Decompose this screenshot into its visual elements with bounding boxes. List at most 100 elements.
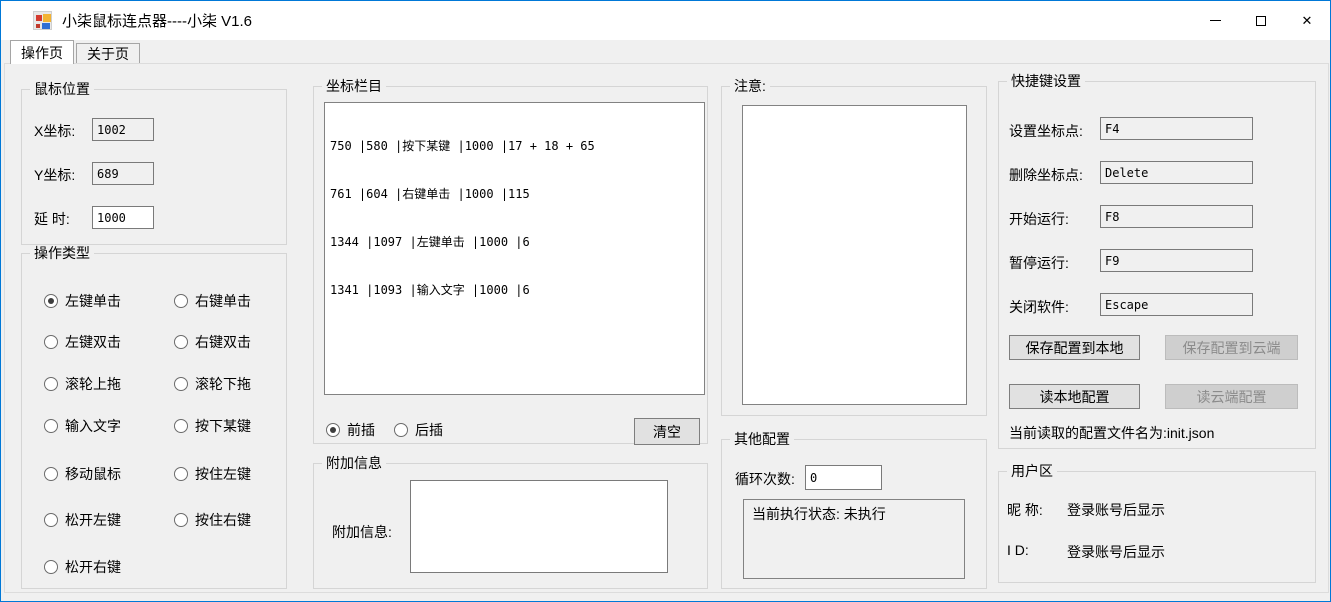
list-item[interactable]: 1341 |1093 |输入文字 |1000 |6 (330, 282, 699, 298)
radio-icon (174, 335, 188, 349)
nickname-value: 登录账号后显示 (1067, 500, 1165, 520)
radio-icon (44, 513, 58, 527)
group-notice: 注意: (721, 86, 987, 416)
radio-icon (44, 419, 58, 433)
radio-icon (44, 294, 58, 308)
radio-right-single-click[interactable]: 右键单击 (174, 293, 251, 309)
radio-label: 左键双击 (65, 332, 121, 352)
maximize-icon (1256, 16, 1266, 26)
tabstrip: 操作页 关于页 (1, 40, 1330, 64)
radio-label: 输入文字 (65, 416, 121, 436)
extra-info-textarea[interactable] (410, 480, 668, 573)
pause-run-hotkey-field[interactable] (1100, 249, 1253, 272)
radio-label: 左键单击 (65, 291, 121, 311)
set-point-hotkey-label: 设置坐标点: (1009, 121, 1083, 141)
radio-hold-left-button[interactable]: 按住左键 (174, 466, 251, 482)
group-extra-info: 附加信息 附加信息: (313, 463, 708, 589)
tab-about[interactable]: 关于页 (76, 43, 140, 64)
radio-label: 按住左键 (195, 464, 251, 484)
read-local-config-button[interactable]: 读本地配置 (1009, 384, 1140, 409)
radio-label: 按下某键 (195, 416, 251, 436)
group-user-area: 用户区 昵 称: 登录账号后显示 I D: 登录账号后显示 (998, 471, 1316, 583)
y-coordinate-label: Y坐标: (34, 165, 75, 185)
radio-icon (174, 467, 188, 481)
x-coordinate-field[interactable] (92, 118, 154, 141)
radio-label: 后插 (415, 420, 443, 440)
radio-label: 右键双击 (195, 332, 251, 352)
radio-right-double-click[interactable]: 右键双击 (174, 334, 251, 350)
list-item[interactable]: 750 |580 |按下某键 |1000 |17 + 18 + 65 (330, 138, 699, 154)
loop-count-field[interactable] (805, 465, 882, 490)
pause-run-hotkey-label: 暂停运行: (1009, 253, 1069, 273)
group-operation-type-title: 操作类型 (30, 245, 94, 262)
close-button[interactable]: ✕ (1284, 1, 1330, 40)
clear-button[interactable]: 清空 (634, 418, 700, 445)
radio-label: 松开左键 (65, 510, 121, 530)
minimize-icon (1210, 20, 1221, 21)
close-app-hotkey-field[interactable] (1100, 293, 1253, 316)
group-user-area-title: 用户区 (1007, 463, 1057, 480)
app-window: 小柒鼠标连点器----小柒 V1.6 ✕ 操作页 关于页 鼠标位置 X坐标: Y… (0, 0, 1331, 602)
config-file-text: 当前读取的配置文件名为:init.json (1009, 423, 1214, 443)
radio-press-key[interactable]: 按下某键 (174, 418, 251, 434)
group-operation-type: 操作类型 左键单击 右键单击 左键双击 右键双击 滚轮上拖 滚轮下拖 输入文字 … (21, 253, 287, 589)
app-icon (33, 11, 52, 30)
window-title: 小柒鼠标连点器----小柒 V1.6 (62, 10, 252, 31)
group-other-config-title: 其他配置 (730, 431, 794, 448)
start-run-hotkey-field[interactable] (1100, 205, 1253, 228)
titlebar: 小柒鼠标连点器----小柒 V1.6 ✕ (1, 1, 1330, 40)
notice-box[interactable] (742, 105, 967, 405)
radio-input-text[interactable]: 输入文字 (44, 418, 121, 434)
radio-icon (174, 513, 188, 527)
group-mouse-position: 鼠标位置 X坐标: Y坐标: 延 时: (21, 89, 287, 245)
minimize-button[interactable] (1192, 1, 1238, 40)
nickname-label: 昵 称: (1007, 500, 1043, 520)
execution-status-text: 当前执行状态: 未执行 (752, 506, 886, 522)
group-mouse-position-title: 鼠标位置 (30, 81, 94, 98)
radio-left-single-click[interactable]: 左键单击 (44, 293, 121, 309)
radio-label: 滚轮下拖 (195, 374, 251, 394)
radio-move-mouse[interactable]: 移动鼠标 (44, 466, 121, 482)
coordinate-listbox[interactable]: 750 |580 |按下某键 |1000 |17 + 18 + 65 761 |… (324, 102, 705, 395)
radio-release-right-button[interactable]: 松开右键 (44, 559, 121, 575)
radio-insert-back[interactable]: 后插 (394, 422, 443, 438)
radio-label: 前插 (347, 420, 375, 440)
radio-wheel-up[interactable]: 滚轮上拖 (44, 376, 121, 392)
set-point-hotkey-field[interactable] (1100, 117, 1253, 140)
radio-hold-right-button[interactable]: 按住右键 (174, 512, 251, 528)
radio-wheel-down[interactable]: 滚轮下拖 (174, 376, 251, 392)
maximize-button[interactable] (1238, 1, 1284, 40)
radio-icon (394, 423, 408, 437)
delete-point-hotkey-field[interactable] (1100, 161, 1253, 184)
radio-icon (44, 335, 58, 349)
save-cloud-config-button[interactable]: 保存配置到云端 (1165, 335, 1298, 360)
group-notice-title: 注意: (730, 78, 770, 95)
group-hotkeys-title: 快捷键设置 (1007, 73, 1085, 90)
execution-status-box: 当前执行状态: 未执行 (743, 499, 965, 579)
delete-point-hotkey-label: 删除坐标点: (1009, 165, 1083, 185)
radio-label: 松开右键 (65, 557, 121, 577)
tab-operation[interactable]: 操作页 (10, 40, 74, 64)
loop-count-label: 循环次数: (735, 469, 795, 489)
radio-label: 按住右键 (195, 510, 251, 530)
group-coordinate-list: 坐标栏目 750 |580 |按下某键 |1000 |17 + 18 + 65 … (313, 86, 708, 444)
group-coordinate-list-title: 坐标栏目 (322, 78, 386, 95)
radio-icon (174, 419, 188, 433)
group-other-config: 其他配置 循环次数: 当前执行状态: 未执行 (721, 439, 987, 589)
y-coordinate-field[interactable] (92, 162, 154, 185)
read-cloud-config-button[interactable]: 读云端配置 (1165, 384, 1298, 409)
close-app-hotkey-label: 关闭软件: (1009, 297, 1069, 317)
delay-field[interactable] (92, 206, 154, 229)
delay-label: 延 时: (34, 209, 70, 229)
list-item[interactable]: 761 |604 |右键单击 |1000 |115 (330, 186, 699, 202)
radio-release-left-button[interactable]: 松开左键 (44, 512, 121, 528)
radio-insert-front[interactable]: 前插 (326, 422, 375, 438)
list-item[interactable]: 1344 |1097 |左键单击 |1000 |6 (330, 234, 699, 250)
radio-label: 滚轮上拖 (65, 374, 121, 394)
id-value: 登录账号后显示 (1067, 542, 1165, 562)
id-label: I D: (1007, 542, 1029, 558)
start-run-hotkey-label: 开始运行: (1009, 209, 1069, 229)
radio-icon (44, 467, 58, 481)
radio-left-double-click[interactable]: 左键双击 (44, 334, 121, 350)
save-local-config-button[interactable]: 保存配置到本地 (1009, 335, 1140, 360)
